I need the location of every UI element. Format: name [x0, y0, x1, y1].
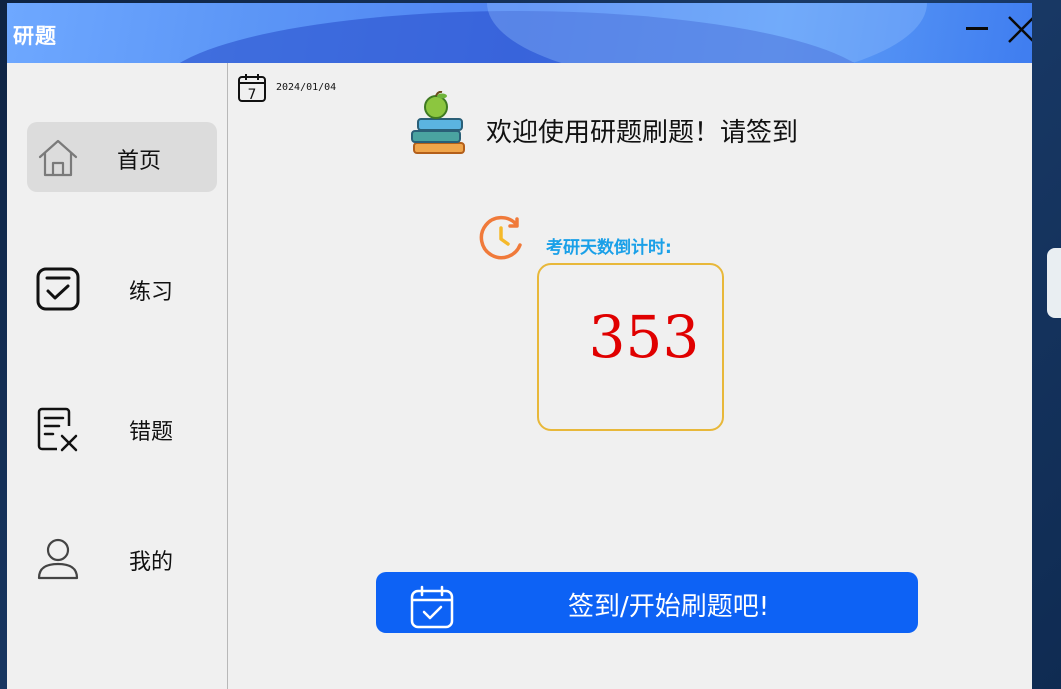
desktop-background: 研题 首页 练习 错题 我的 7 2024/01/04 欢迎使用研题刷题！请签到…	[0, 0, 1061, 689]
calendar-day: 7	[248, 87, 257, 103]
calendar-icon: 7	[237, 73, 267, 103]
calendar-check-icon	[410, 585, 454, 629]
window-title: 研题	[13, 24, 57, 48]
checkbox-icon	[36, 267, 80, 311]
books-apple-icon	[411, 91, 465, 154]
countdown-panel: 353	[537, 263, 724, 431]
sidebar-item-profile[interactable]: 我的	[27, 523, 217, 593]
main-content: 7 2024/01/04 欢迎使用研题刷题！请签到 考研天数倒计时: 353 签…	[228, 63, 1032, 689]
sidebar-item-wrong-questions[interactable]: 错题	[27, 393, 217, 463]
home-icon	[38, 139, 78, 177]
sidebar-item-label: 首页	[117, 149, 162, 174]
current-date: 2024/01/04	[276, 82, 337, 93]
minimize-button[interactable]	[964, 18, 990, 44]
countdown-days: 353	[588, 303, 700, 371]
title-bar[interactable]: 研题	[7, 3, 1032, 63]
sidebar-item-label: 我的	[129, 550, 174, 575]
minimize-icon	[966, 27, 988, 30]
sidebar-item-label: 错题	[129, 420, 174, 445]
close-button[interactable]	[1005, 13, 1032, 47]
countdown-label: 考研天数倒计时:	[546, 238, 672, 258]
titlebar-decoration-highlight	[487, 3, 927, 63]
app-window: 研题 首页 练习 错题 我的 7 2024/01/04 欢迎使用研题刷题！请签到…	[7, 3, 1032, 689]
sidebar-item-practice[interactable]: 练习	[27, 253, 217, 323]
sidebar-item-label: 练习	[129, 280, 174, 305]
wrong-document-icon	[37, 407, 78, 452]
close-icon	[1008, 16, 1032, 43]
signin-start-button[interactable]: 签到/开始刷题吧!	[376, 572, 918, 633]
sidebar: 首页 练习 错题 我的	[7, 63, 228, 689]
user-icon	[37, 538, 79, 580]
desktop-widget-edge	[1047, 248, 1061, 318]
signin-button-label: 签到/开始刷题吧!	[568, 592, 770, 622]
clock-icon	[479, 215, 522, 260]
sidebar-item-home[interactable]: 首页	[27, 122, 217, 192]
welcome-message: 欢迎使用研题刷题！请签到	[486, 118, 799, 148]
